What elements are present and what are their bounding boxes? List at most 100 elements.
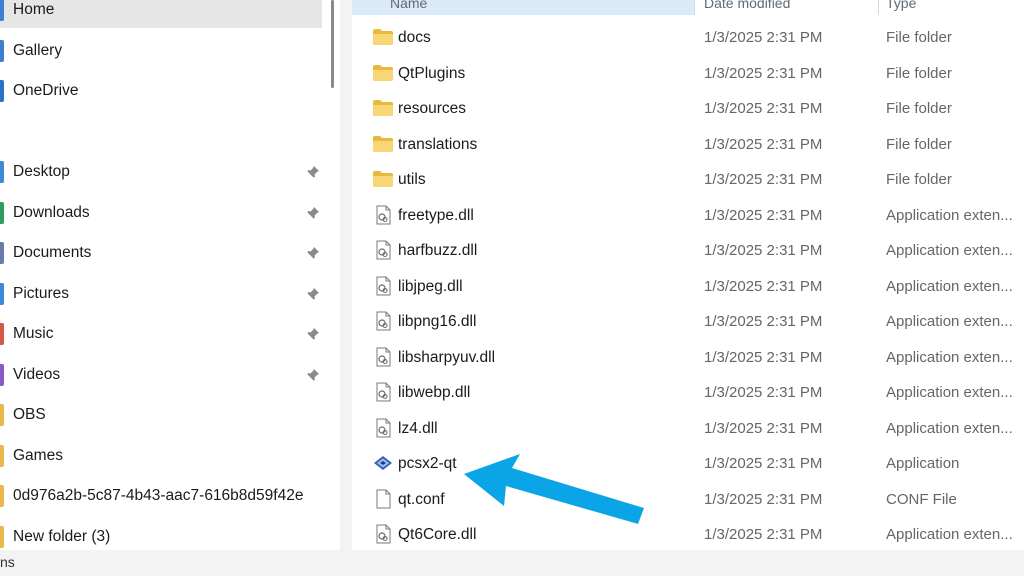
sidebar-item-label: OneDrive — [13, 82, 79, 99]
annotation-arrow-shape — [464, 454, 644, 524]
sidebar-item-label: Documents — [13, 244, 92, 261]
sidebar-item-label: 0d976a2b-5c87-4b43-aac7-616b8d59f42e — [13, 487, 304, 504]
column-header-type[interactable]: Type — [886, 0, 916, 15]
status-text: ns — [0, 554, 15, 570]
pin-icon[interactable] — [306, 327, 320, 341]
column-header-date[interactable]: Date modified — [704, 0, 790, 15]
column-separator[interactable] — [878, 0, 879, 15]
sidebar-item[interactable]: Desktop — [0, 157, 322, 187]
file-row[interactable]: libwebp.dll 1/3/2025 2:31 PM Application e… — [352, 375, 1024, 410]
file-type: Application exten... — [886, 277, 1013, 295]
sidebar-item-label: OBS — [13, 406, 46, 423]
sidebar-item[interactable]: OBS — [0, 400, 322, 430]
file-name: libwebp.dll — [398, 384, 471, 401]
file-row[interactable]: libsharpyuv.dll 1/3/2025 2:31 PM Applicati… — [352, 340, 1024, 375]
pin-icon[interactable] — [306, 165, 320, 179]
sidebar-item[interactable]: Videos — [0, 360, 322, 390]
sidebar-item-icon — [0, 161, 4, 183]
text-file-icon — [372, 489, 394, 509]
sidebar-item[interactable]: Games — [0, 441, 322, 471]
file-name: translations — [398, 135, 478, 153]
file-type: File folder — [886, 64, 952, 82]
file-name: docs — [398, 29, 431, 46]
file-date-modified: 1/3/2025 2:31 PM — [704, 171, 823, 188]
file-date-modified: 1/3/2025 2:31 PM — [704, 490, 823, 508]
file-date-modified: 1/3/2025 2:31 PM — [704, 29, 823, 46]
file-row[interactable]: libpng16.dll 1/3/2025 2:31 PM Application … — [352, 304, 1024, 339]
file-type: Application — [886, 455, 960, 472]
pin-icon[interactable] — [306, 206, 320, 220]
sidebar-item-label: Desktop — [13, 163, 70, 180]
annotation-arrow — [464, 454, 644, 524]
sidebar-item[interactable]: Downloads — [0, 198, 322, 228]
file-row[interactable]: libjpeg.dll 1/3/2025 2:31 PM Application e… — [352, 269, 1024, 304]
sidebar-item-label: Gallery — [13, 42, 63, 59]
pin-icon[interactable] — [306, 287, 320, 301]
file-name: harfbuzz.dll — [398, 242, 478, 259]
file-row[interactable]: QtPlugins 1/3/2025 2:31 PM File folder — [352, 56, 1024, 91]
status-bar: ns — [0, 550, 1024, 576]
file-date-modified: 1/3/2025 2:31 PM — [704, 384, 823, 401]
sidebar-item[interactable]: 0d976a2b-5c87-4b43-aac7-616b8d59f42e — [0, 481, 322, 511]
file-date-modified: 1/3/2025 2:31 PM — [704, 135, 823, 153]
dll-file-icon — [372, 347, 394, 367]
column-header-name[interactable]: Name — [390, 0, 427, 15]
folder-icon — [372, 169, 394, 189]
file-row[interactable]: translations 1/3/2025 2:31 PM File folder — [352, 127, 1024, 162]
dll-file-icon — [372, 382, 394, 402]
folder-icon — [372, 98, 394, 118]
file-date-modified: 1/3/2025 2:31 PM — [704, 206, 823, 224]
file-date-modified: 1/3/2025 2:31 PM — [704, 242, 823, 259]
column-header-name-label: Name — [390, 0, 428, 11]
file-name: pcsx2-qt — [398, 455, 457, 472]
file-date-modified: 1/3/2025 2:31 PM — [704, 419, 823, 437]
dll-file-icon — [372, 524, 394, 544]
pin-icon[interactable] — [306, 246, 320, 260]
column-separator[interactable] — [694, 0, 695, 15]
pin-icon[interactable] — [306, 368, 320, 382]
file-name: freetype.dll — [398, 206, 474, 224]
file-row[interactable]: docs 1/3/2025 2:31 PM File folder — [352, 20, 1024, 55]
file-date-modified: 1/3/2025 2:31 PM — [704, 277, 823, 295]
file-type: File folder — [886, 29, 952, 46]
file-row[interactable]: utils 1/3/2025 2:31 PM File folder — [352, 162, 1024, 197]
sidebar-item-label: Games — [13, 447, 63, 464]
file-type: Application exten... — [886, 206, 1013, 224]
sidebar-item[interactable]: OneDrive — [0, 76, 322, 106]
file-type: File folder — [886, 135, 952, 153]
file-type: File folder — [886, 100, 952, 117]
dll-file-icon — [372, 276, 394, 296]
file-date-modified: 1/3/2025 2:31 PM — [704, 348, 823, 366]
folder-icon — [372, 63, 394, 83]
file-type: Application exten... — [886, 384, 1013, 401]
file-type: CONF File — [886, 490, 957, 508]
sidebar-item-label: Downloads — [13, 204, 90, 221]
sidebar-item-icon — [0, 80, 4, 102]
sidebar-item[interactable]: Home — [0, 0, 322, 25]
sidebar-item[interactable]: Gallery — [0, 36, 322, 66]
file-row[interactable]: qt.conf 1/3/2025 2:31 PM CONF File — [352, 482, 1024, 517]
file-row[interactable]: freetype.dll 1/3/2025 2:31 PM Application … — [352, 198, 1024, 233]
file-row[interactable]: resources 1/3/2025 2:31 PM File folder — [352, 91, 1024, 126]
sidebar-item[interactable]: Music — [0, 319, 322, 349]
file-date-modified: 1/3/2025 2:31 PM — [704, 64, 823, 82]
sidebar-item[interactable]: Documents — [0, 238, 322, 268]
pcsx2-app-icon — [372, 453, 394, 473]
file-row[interactable]: Qt6Core.dll 1/3/2025 2:31 PM Application e… — [352, 517, 1024, 550]
file-name: libjpeg.dll — [398, 277, 463, 295]
file-type: File folder — [886, 171, 952, 188]
file-date-modified: 1/3/2025 2:31 PM — [704, 455, 823, 472]
dll-file-icon — [372, 240, 394, 260]
sidebar-item-label: Pictures — [13, 285, 69, 302]
file-row[interactable]: pcsx2-qt 1/3/2025 2:31 PM Application — [352, 446, 1024, 481]
file-row[interactable]: lz4.dll 1/3/2025 2:31 PM Application exten… — [352, 411, 1024, 446]
dll-file-icon — [372, 205, 394, 225]
sidebar-item-icon — [0, 0, 4, 21]
sidebar-item[interactable]: New folder (3) — [0, 522, 322, 550]
sidebar-scrollbar[interactable] — [331, 0, 334, 88]
dll-file-icon — [372, 418, 394, 438]
file-type: Application exten... — [886, 242, 1013, 259]
sidebar-item[interactable]: Pictures — [0, 279, 322, 309]
file-row[interactable]: harfbuzz.dll 1/3/2025 2:31 PM Application … — [352, 233, 1024, 268]
file-date-modified: 1/3/2025 2:31 PM — [704, 100, 823, 117]
